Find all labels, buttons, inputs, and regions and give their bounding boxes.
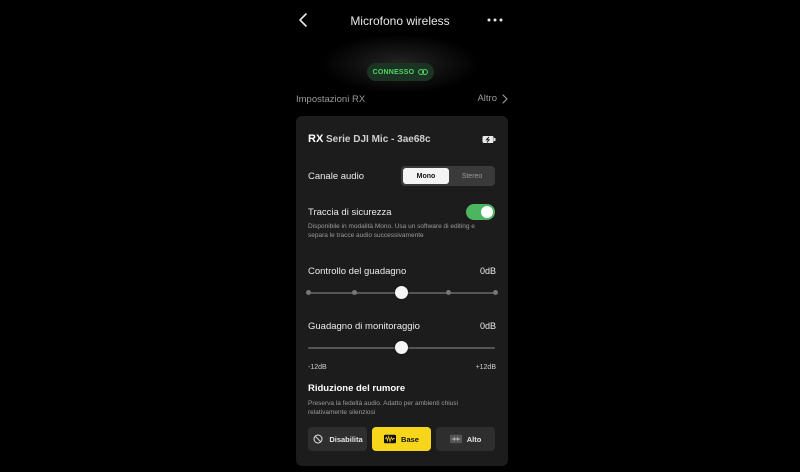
safety-track-description-line1: Disponibile in modalità Mono. Usa un sof… bbox=[308, 223, 475, 230]
slider-step-tick bbox=[352, 290, 358, 295]
safety-track-toggle[interactable] bbox=[466, 204, 495, 220]
monitor-slider-thumb[interactable] bbox=[395, 341, 408, 354]
link-icon bbox=[418, 69, 429, 75]
noise-reduction-title: Riduzione del rumore bbox=[308, 383, 406, 394]
device-name: Serie DJI Mic - 3ae68c bbox=[326, 134, 431, 145]
noise-reduction-description-line1: Preserva la fedeltà audio. Adatto per am… bbox=[308, 400, 458, 407]
monitor-gain-min-label: -12dB bbox=[308, 364, 327, 371]
gain-slider-thumb[interactable] bbox=[395, 286, 408, 299]
monitor-gain-slider[interactable] bbox=[308, 341, 495, 355]
page-title: Microfono wireless bbox=[350, 14, 450, 28]
safety-track-description: Disponibile in modalità Mono. Usa un sof… bbox=[308, 223, 490, 240]
gain-control-slider[interactable] bbox=[305, 286, 498, 300]
noise-reduction-basic-button[interactable]: Base bbox=[372, 427, 431, 451]
noise-reduction-description-line2: relativamente silenziosi bbox=[308, 408, 376, 416]
waveform-high-icon bbox=[449, 434, 462, 444]
toggle-knob bbox=[481, 206, 493, 218]
noise-reduction-disable-button[interactable]: Disabilita bbox=[308, 427, 367, 451]
basic-label: Base bbox=[401, 434, 419, 444]
more-settings-link[interactable]: Altro bbox=[477, 93, 508, 104]
chevron-right-icon bbox=[502, 93, 508, 104]
battery-charging-icon bbox=[482, 136, 496, 143]
connection-status-badge: CONNESSO bbox=[367, 63, 434, 81]
rx-settings-header: Impostazioni RX Altro bbox=[296, 93, 508, 107]
more-horizontal-icon[interactable] bbox=[486, 12, 504, 28]
monitor-gain-label: Guadagno di monitoraggio bbox=[308, 321, 420, 332]
safety-track-label: Traccia di sicurezza bbox=[308, 207, 392, 218]
status-label: CONNESSO bbox=[372, 68, 415, 76]
slider-step-tick bbox=[305, 290, 311, 295]
audio-channel-label: Canale audio bbox=[308, 171, 364, 182]
device-row: RX Serie DJI Mic - 3ae68c bbox=[308, 133, 496, 147]
more-settings-label: Altro bbox=[477, 93, 497, 104]
slider-step-tick bbox=[445, 290, 451, 295]
gain-control-label: Controllo del guadagno bbox=[308, 266, 407, 277]
disable-label: Disabilita bbox=[329, 434, 363, 444]
noise-reduction-description: Preserva la fedeltà audio. Adatto per am… bbox=[308, 400, 490, 417]
slider-step-tick bbox=[492, 290, 498, 295]
stereo-option[interactable]: Stereo bbox=[449, 168, 495, 184]
rx-settings-card: RX Serie DJI Mic - 3ae68c Canale audio M… bbox=[296, 116, 508, 466]
section-title: Impostazioni RX bbox=[296, 94, 366, 105]
noise-reduction-high-button[interactable]: Alto bbox=[436, 427, 495, 451]
noise-reduction-options: Disabilita Base Alto bbox=[308, 427, 496, 451]
rx-badge: RX bbox=[308, 133, 324, 145]
disabled-icon bbox=[313, 434, 323, 444]
safety-track-description-line2: separa le tracce audio successivamente bbox=[308, 231, 424, 239]
gain-control-value: 0dB bbox=[479, 266, 496, 276]
monitor-gain-value: 0dB bbox=[479, 321, 496, 331]
audio-channel-selector: Mono Stereo bbox=[401, 166, 495, 186]
high-label: Alto bbox=[466, 434, 482, 444]
monitor-gain-max-label: +12dB bbox=[475, 364, 496, 371]
waveform-basic-icon bbox=[384, 434, 397, 444]
mono-option[interactable]: Mono bbox=[403, 168, 449, 184]
